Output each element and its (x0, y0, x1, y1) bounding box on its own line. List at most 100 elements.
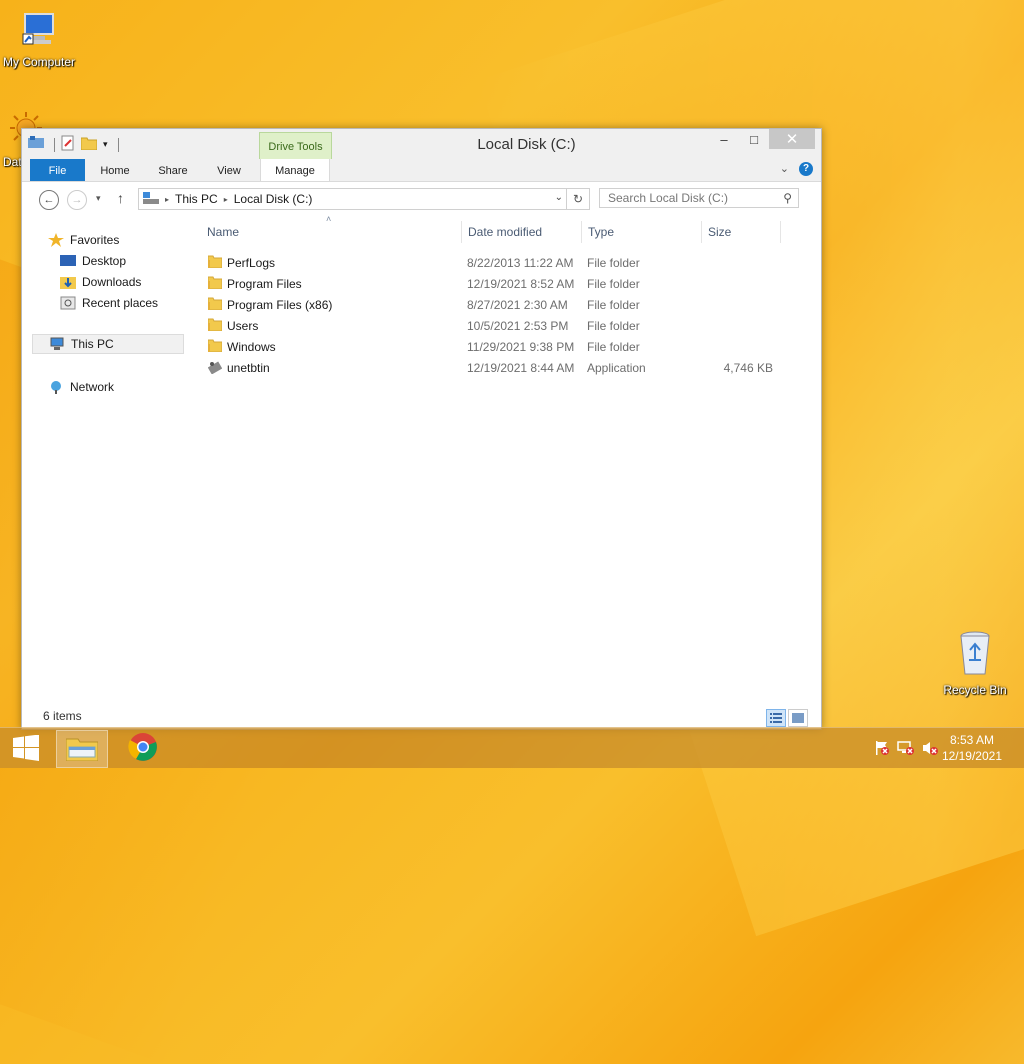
nav-downloads[interactable]: Downloads (60, 272, 141, 292)
file-row[interactable]: Windows 11/29/2021 9:38 PM File folder (202, 336, 802, 357)
nav-favorites[interactable]: Favorites (48, 230, 119, 250)
file-date: 12/19/2021 8:52 AM (467, 277, 575, 291)
nav-recent-places[interactable]: Recent places (60, 293, 158, 313)
column-separator[interactable] (701, 221, 702, 243)
file-date: 10/5/2021 2:53 PM (467, 319, 569, 333)
file-name: unetbtin (227, 361, 270, 375)
computer-icon (0, 10, 84, 53)
recent-locations-chevron-icon[interactable]: ▾ (96, 193, 101, 204)
taskbar-chrome[interactable] (118, 730, 168, 766)
column-header-size[interactable]: Size (708, 225, 731, 239)
expand-ribbon-chevron-icon[interactable]: ⌄ (780, 162, 789, 175)
nav-favorites-label: Favorites (70, 233, 120, 247)
file-name: PerfLogs (227, 256, 276, 270)
nav-desktop[interactable]: Desktop (60, 251, 126, 271)
address-dropdown-chevron-icon[interactable]: ⌄ (555, 192, 563, 203)
nav-this-pc-label: This PC (71, 337, 114, 351)
folder-icon (207, 255, 223, 271)
help-icon[interactable]: ? (799, 162, 813, 176)
file-name: Program Files (227, 277, 302, 291)
breadcrumb-this-pc[interactable]: This PC (175, 192, 218, 206)
column-header-name[interactable]: Name (207, 225, 239, 239)
taskbar-file-explorer[interactable] (56, 730, 108, 768)
file-explorer-icon (65, 735, 99, 764)
file-row[interactable]: PerfLogs 8/22/2013 11:22 AM File folder (202, 252, 802, 273)
search-placeholder: Search Local Disk (C:) (608, 191, 729, 205)
window-controls: – □ ✕ (709, 129, 815, 149)
search-input[interactable]: Search Local Disk (C:) ⚲ (599, 188, 799, 208)
file-size: 4,746 KB (723, 361, 773, 375)
navigation-bar: ← → ▾ ↑ ▸ This PC ▸ Local Disk (C:) ⌄ ↻ … (22, 182, 821, 216)
file-type: File folder (587, 340, 640, 354)
nav-network[interactable]: Network (48, 377, 114, 397)
refresh-icon[interactable]: ↻ (566, 189, 589, 209)
file-date: 8/22/2013 11:22 AM (467, 256, 574, 270)
start-button[interactable] (4, 730, 48, 766)
taskbar: 8:53 AM 12/19/2021 (0, 727, 1024, 768)
tab-home[interactable]: Home (92, 159, 138, 181)
star-icon (48, 233, 64, 247)
nav-recent-label: Recent places (82, 296, 159, 310)
desktop-icon-label: My Computer (2, 55, 76, 69)
window-title: Local Disk (C:) (477, 136, 576, 153)
forward-button[interactable]: → (67, 190, 87, 210)
file-name: Users (227, 319, 259, 333)
content-area: Favorites Desktop Downloads Recent place… (22, 214, 821, 705)
breadcrumb-local-disk[interactable]: Local Disk (C:) (234, 192, 313, 206)
address-box[interactable]: ▸ This PC ▸ Local Disk (C:) ⌄ ↻ (138, 188, 590, 210)
file-name: Program Files (x86) (227, 298, 333, 312)
close-button[interactable]: ✕ (769, 129, 815, 149)
chrome-icon (128, 732, 158, 765)
title-bar[interactable]: ▾ Drive Tools Local Disk (C:) – □ ✕ (22, 129, 821, 160)
file-date: 11/29/2021 9:38 PM (467, 340, 575, 354)
file-date: 12/19/2021 8:44 AM (467, 361, 575, 375)
tab-file[interactable]: File (30, 159, 85, 181)
file-type: File folder (587, 277, 640, 291)
navigation-pane: Favorites Desktop Downloads Recent place… (22, 217, 188, 705)
up-arrow-icon[interactable]: ↑ (117, 190, 124, 206)
action-center-flag-icon[interactable] (872, 730, 892, 766)
file-row[interactable]: Program Files (x86) 8/27/2021 2:30 AM Fi… (202, 294, 802, 315)
file-name: Windows (227, 340, 276, 354)
clock-time: 8:53 AM (949, 733, 994, 747)
column-header-type[interactable]: Type (588, 225, 614, 239)
folder-icon (207, 318, 223, 334)
file-list: ˄ Name Date modified Type Size PerfLogs … (202, 214, 821, 705)
folder-icon (207, 276, 223, 292)
file-type: File folder (587, 319, 640, 333)
back-button[interactable]: ← (39, 190, 59, 210)
search-icon: ⚲ (783, 191, 792, 205)
volume-muted-icon[interactable] (920, 730, 940, 766)
network-status-icon[interactable] (896, 730, 916, 766)
file-type: File folder (587, 256, 640, 270)
clock-date: 12/19/2021 (941, 749, 1002, 763)
column-separator[interactable] (581, 221, 582, 243)
column-header-date[interactable]: Date modified (468, 225, 542, 239)
this-pc-icon (143, 191, 159, 207)
column-separator[interactable] (780, 221, 781, 243)
file-date: 8/27/2021 2:30 AM (467, 298, 568, 312)
tab-view[interactable]: View (206, 159, 252, 181)
nav-desktop-label: Desktop (82, 254, 127, 268)
maximize-button[interactable]: □ (739, 129, 769, 149)
file-type: File folder (587, 298, 640, 312)
file-row[interactable]: Program Files 12/19/2021 8:52 AM File fo… (202, 273, 802, 294)
breadcrumb-separator-icon: ▸ (165, 194, 170, 204)
desktop-icon-my-computer[interactable]: My Computer (0, 10, 84, 69)
downloads-icon (60, 275, 76, 289)
file-row[interactable]: Users 10/5/2021 2:53 PM File folder (202, 315, 802, 336)
nav-this-pc[interactable]: This PC (32, 334, 184, 354)
tab-manage[interactable]: Manage (260, 159, 330, 181)
desktop-icon-recycle-bin[interactable]: Recycle Bin (930, 630, 1020, 697)
network-icon (48, 380, 64, 394)
details-view-button[interactable] (766, 709, 786, 727)
breadcrumb-separator-icon: ▸ (223, 194, 228, 204)
large-icons-view-button[interactable] (788, 709, 808, 727)
application-icon (207, 360, 223, 377)
taskbar-clock[interactable]: 8:53 AM 12/19/2021 (942, 732, 1002, 764)
recycle-bin-icon (930, 630, 1020, 681)
minimize-button[interactable]: – (709, 129, 739, 149)
column-separator[interactable] (461, 221, 462, 243)
file-row[interactable]: unetbtin 12/19/2021 8:44 AM Application … (202, 357, 802, 378)
tab-share[interactable]: Share (150, 159, 196, 181)
